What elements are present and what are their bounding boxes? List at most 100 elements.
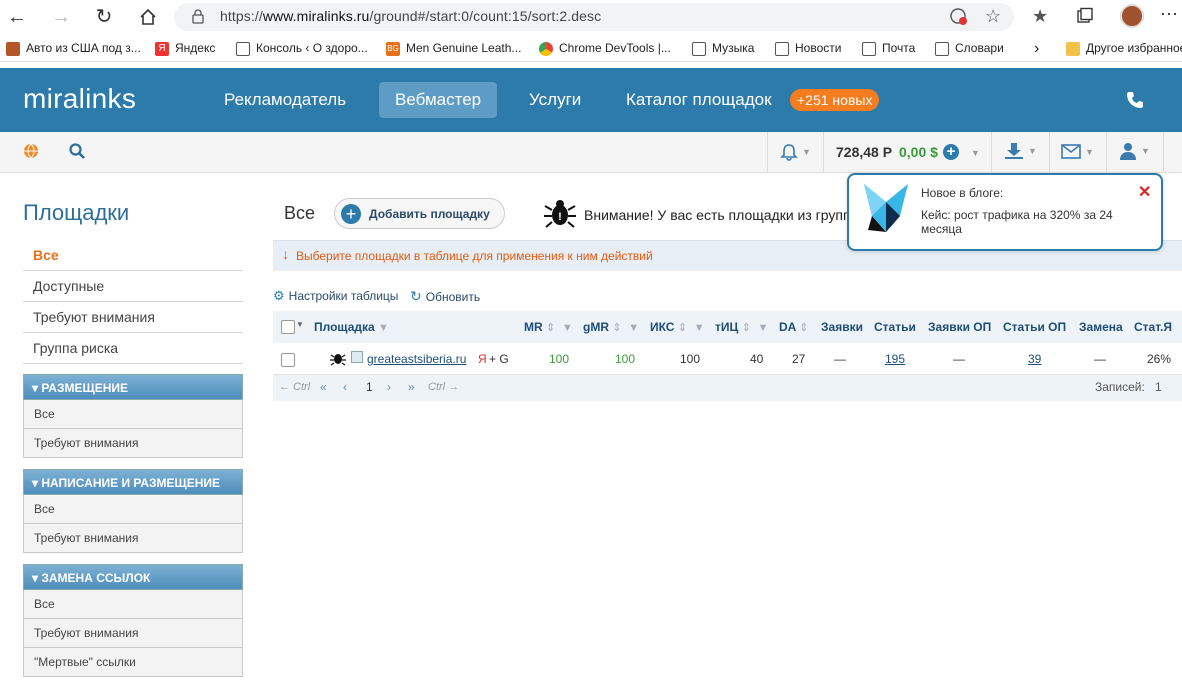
panel-item[interactable]: Требуют внимания [23,524,243,553]
chevron-down-icon[interactable]: ▼ [971,148,980,158]
sidebar-item-available[interactable]: Доступные [23,271,243,302]
bookmark-item[interactable]: Почта [862,35,915,62]
column-gmr[interactable]: gMR ⇕ ▼ [583,320,639,334]
bookmark-item[interactable]: Словари [935,35,1004,62]
nav-catalog[interactable]: Каталог площадок [610,82,788,118]
close-icon[interactable]: ✕ [1138,182,1151,202]
bookmark-item[interactable]: Chrome DevTools |... [539,35,671,62]
svg-text:!: ! [558,211,562,223]
filter-icon[interactable]: ▼ [628,322,639,334]
profile-avatar[interactable] [1120,4,1144,28]
cell-iks: 100 [680,352,701,366]
bookmark-item[interactable]: Я Яндекс [155,35,215,62]
balance-rub[interactable]: 728,48 Р [836,144,892,160]
column-mr[interactable]: MR ⇕ ▼ [524,320,573,334]
filter-icon[interactable]: ▼ [378,322,389,334]
new-sites-badge[interactable]: +251 новых [790,89,880,111]
popup-title: Новое в блоге: [921,186,1004,200]
filter-icon[interactable]: ▼ [562,322,573,334]
add-favorite-icon[interactable]: ☆ [985,6,1001,27]
globe-icon[interactable] [23,143,39,164]
collections-icon[interactable] [1076,7,1094,30]
panel-header-writing-placement[interactable]: ▾ Написание и размещение [23,469,243,495]
row-checkbox[interactable] [281,353,295,367]
lock-icon[interactable] [192,9,204,29]
panel-item[interactable]: Требуют внимания [23,429,243,458]
first-page-icon[interactable]: « [320,380,327,394]
column-orders-op[interactable]: Заявки ОП [928,320,991,334]
search-icon[interactable] [69,143,85,164]
sort-icon[interactable]: ⇕ [742,322,751,334]
popup-text[interactable]: Кейс: рост трафика на 320% за 24 месяца [921,208,1131,236]
site-link[interactable]: greateastsiberia.ru [367,352,466,366]
filter-icon[interactable]: ▼ [694,322,705,334]
add-site-button[interactable]: + Добавить площадку [334,198,505,229]
last-page-icon[interactable]: » [408,380,415,394]
refresh-icon: ↻ [410,288,422,304]
site-logo[interactable]: miralinks [23,83,136,115]
back-icon[interactable]: ← [4,5,30,29]
sidebar-item-all[interactable]: Все [23,240,243,271]
sort-icon[interactable]: ⇕ [612,322,621,334]
bookmark-item[interactable]: Музыка [692,35,754,62]
nav-advertiser[interactable]: Рекламодатель [208,82,362,118]
messages-dropdown[interactable]: ▼ [1061,144,1094,159]
column-site[interactable]: Площадка ▼ [314,320,389,334]
next-page-icon[interactable]: › [387,380,391,394]
cell-articles[interactable]: 195 [885,352,905,366]
sort-icon[interactable]: ⇕ [546,322,555,334]
sidebar-item-attention[interactable]: Требуют внимания [23,302,243,333]
panel-header-link-replacement[interactable]: ▾ Замена ссылок [23,564,243,590]
notifications-dropdown[interactable]: ▼ [780,143,811,161]
user-dropdown[interactable]: ▼ [1119,142,1150,160]
more-menu-icon[interactable]: ⋯ [1160,4,1178,25]
column-replace[interactable]: Замена [1079,320,1123,334]
tracking-blocked-icon[interactable] [949,7,969,32]
column-tic[interactable]: тИЦ ⇕ ▼ [715,320,768,334]
balance-usd[interactable]: 0,00 $ [899,144,938,160]
home-icon[interactable] [135,5,161,29]
nav-services[interactable]: Услуги [513,82,597,118]
bookmark-item[interactable]: BG Men Genuine Leath... [386,35,521,62]
reload-icon[interactable]: ↻ [91,5,117,29]
column-iks[interactable]: ИКС ⇕ ▼ [650,320,705,334]
chevron-right-icon[interactable]: › [1034,35,1039,62]
panel-item[interactable]: "Мертвые" ссылки [23,648,243,677]
cell-articles-op[interactable]: 39 [1028,352,1041,366]
hint-text: Выберите площадки в таблице для применен… [296,249,653,263]
panel-item[interactable]: Требуют внимания [23,619,243,648]
table-settings-link[interactable]: ⚙ Настройки таблицы [273,288,398,304]
column-da[interactable]: DA ⇕ [779,320,808,334]
chevron-down-icon[interactable]: ▼ [296,320,304,329]
column-stat-y[interactable]: Стат.Я [1134,320,1172,334]
panel-item[interactable]: Все [23,495,243,524]
panel-item[interactable]: Все [23,590,243,619]
add-funds-icon[interactable]: + [943,144,959,160]
column-orders[interactable]: Заявки [821,320,863,334]
sidebar-item-risk-group[interactable]: Группа риска [23,333,243,364]
page-icon [862,41,876,56]
column-articles[interactable]: Статьи [874,320,916,334]
other-bookmarks[interactable]: Другое избранное [1066,35,1182,62]
nav-webmaster[interactable]: Вебмастер [379,82,498,118]
url-text[interactable]: https://www.miralinks.ru/ground#/start:0… [220,8,601,24]
sort-icon[interactable]: ⇕ [678,322,687,334]
select-all-checkbox[interactable] [281,320,295,334]
site-preview-icon[interactable] [351,351,363,363]
bookmark-item[interactable]: Новости [775,35,841,62]
column-articles-op[interactable]: Статьи ОП [1003,320,1066,334]
bookmark-item[interactable]: Авто из США под з... [6,35,141,62]
sort-icon[interactable]: ⇕ [799,322,808,334]
next-ctrl-hint: Ctrl → [428,381,460,393]
panel-item[interactable]: Все [23,400,243,429]
panel-header-placement[interactable]: ▾ Размещение [23,374,243,400]
favorites-icon[interactable]: ★ [1032,6,1048,27]
downloads-dropdown[interactable]: ▼ [1004,142,1037,160]
filter-icon[interactable]: ▼ [758,322,769,334]
current-page[interactable]: 1 [366,380,373,394]
refresh-link[interactable]: ↻ Обновить [410,288,480,305]
phone-icon[interactable] [1125,90,1145,115]
prev-page-icon[interactable]: ‹ [343,380,347,394]
bookmark-item[interactable]: Консоль ‹ О здоро... [236,35,368,62]
forward-icon[interactable]: → [48,5,74,29]
